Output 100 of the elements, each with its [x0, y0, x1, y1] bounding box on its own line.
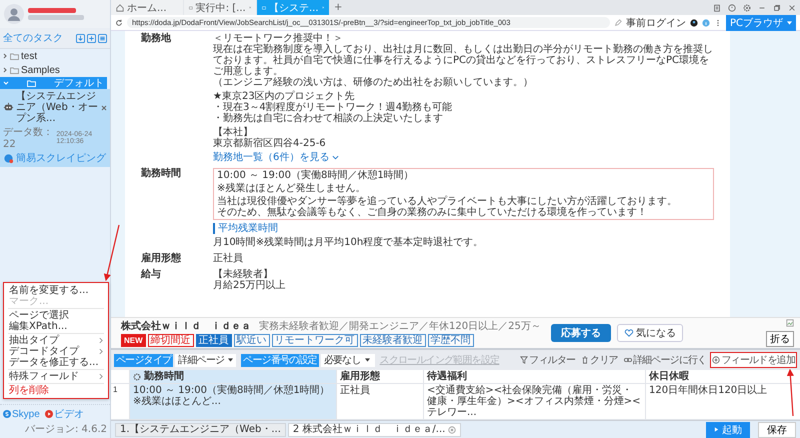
- menu-item[interactable]: 抽出タイプ: [4, 335, 108, 346]
- filter-icon: [520, 356, 528, 364]
- paragraph: 当社は現役俳優やダンサー等夢を追っている人やプライベートも大事にしたい方が活躍しております。 そのため、無駄な会議等もなく、ご自身の業務のみに集中していただける環境を作っています！: [217, 196, 678, 218]
- job-summary: 実務未経験者歓迎／開発エンジニア／年休120日以上／25万～: [259, 320, 541, 333]
- help-icon[interactable]: [728, 4, 736, 12]
- field-label: 勤務時間: [141, 168, 182, 179]
- company-name: 株式会社ｗｉｌｄ ｉｄｅａ: [121, 320, 251, 333]
- clipboard-icon[interactable]: [713, 4, 721, 12]
- table-cell: 120日年間休日120日以上: [645, 384, 800, 419]
- page-icon: [262, 4, 266, 12]
- chevron-icon[interactable]: [2, 67, 8, 73]
- column-header[interactable]: 勤務時間: [129, 370, 336, 383]
- section-title: 全てのタスク: [3, 32, 64, 45]
- settings-icon[interactable]: [133, 372, 141, 380]
- locations-link[interactable]: 勤務地一覧（6件）を見る: [213, 152, 340, 163]
- caret-icon: [364, 358, 370, 362]
- menu-item[interactable]: 編集XPath...: [4, 321, 108, 332]
- annotation-arrow: [786, 368, 794, 416]
- mode-label: 簡易スクレイピング: [16, 152, 106, 165]
- avatar-icon[interactable]: [4, 4, 24, 24]
- paragraph: ※残業はほとんど発生しません。: [217, 183, 366, 194]
- menu-item[interactable]: 列を削除: [4, 385, 108, 396]
- browser-tab[interactable]: ホーム...: [111, 0, 183, 15]
- paragraph: ＜リモートワーク推奨中！＞ 現在は在宅勤務制度を導入しており、出社は月に数回、もしくは出勤日の半分がリモート勤務の働き方を推奨しております。社員が自宅で快適に仕事を行えるようにPCの貸出などを行っており、ストレスフリーなPC環境をご用意します。 （エンジニア経験の浅い方は、研修のため出社をお願いしています。）: [213, 33, 714, 88]
- note-heading: 平均残業時間: [213, 223, 278, 234]
- chevron-icon[interactable]: [2, 53, 8, 59]
- tag: 未経験者歓迎: [360, 334, 426, 347]
- column-header[interactable]: 休日休暇: [645, 370, 800, 383]
- info-icon[interactable]: [702, 18, 710, 26]
- page-icon: [189, 4, 193, 12]
- paragraph: 【未経験者】 月給25万円以上: [213, 269, 286, 291]
- caret-icon: [332, 155, 340, 160]
- page-number-select[interactable]: 必要なし: [320, 354, 375, 366]
- redaction-bar: [28, 8, 76, 13]
- paragraph: ★東京23区内のプロジェクト先 ・現在3～4割程度がリモートワーク！週4勤務も可能 ・勤務先は自宅に合わせて相談の上決定いたします: [213, 91, 452, 124]
- data-count: データ数： 22: [3, 126, 54, 150]
- menu-item[interactable]: 特殊フィールド: [4, 371, 108, 382]
- page-type-select[interactable]: 詳細ページ: [175, 354, 236, 366]
- link-icon: [624, 356, 632, 364]
- import-icon[interactable]: [76, 34, 85, 42]
- toolbar-button[interactable]: クリア: [579, 352, 620, 368]
- field-label: 勤務地: [141, 33, 172, 44]
- heart-icon: [624, 329, 634, 337]
- menu-item[interactable]: データを修正する...: [4, 357, 108, 368]
- table-cell: 正社員: [336, 384, 423, 419]
- tag: 学歴不問: [428, 334, 474, 347]
- caret-icon: [228, 358, 234, 362]
- page-type-label: ページタイプ: [114, 354, 174, 366]
- menu-item[interactable]: 名前を変更する...: [4, 285, 108, 296]
- add-icon[interactable]: [87, 34, 96, 42]
- user-icon[interactable]: [690, 18, 698, 26]
- tag: 駅近い: [234, 334, 270, 347]
- settings-icon[interactable]: [743, 4, 751, 12]
- paragraph: 正社員: [213, 253, 243, 264]
- caret-icon: [787, 20, 792, 24]
- login-label[interactable]: 事前ログイン: [626, 16, 686, 30]
- restore-icon[interactable]: [773, 4, 781, 12]
- paragraph: 10:00 ～ 19:00（実働8時間／休憩1時間）: [217, 170, 415, 181]
- list-icon[interactable]: [98, 34, 107, 42]
- row-number: 1: [112, 384, 118, 396]
- video-icon[interactable]: [44, 410, 53, 418]
- add-icon: [712, 356, 720, 364]
- redaction-bar: [28, 15, 84, 20]
- task-tab[interactable]: 1.【システムエンジニア（Web・...: [115, 422, 286, 436]
- apply-button[interactable]: 応募する: [550, 324, 611, 342]
- column-header[interactable]: 雇用形態: [336, 370, 423, 383]
- close-icon[interactable]: [101, 104, 107, 110]
- paragraph: 【本社】 東京都新宿区四谷4-25-6: [213, 127, 326, 149]
- menu-item[interactable]: ページで選択: [4, 310, 108, 321]
- field-label: 給与: [141, 269, 162, 280]
- reload-icon[interactable]: [115, 18, 123, 26]
- folder-item[interactable]: test: [0, 49, 110, 63]
- table-cell: <交通費支給><社会保険完備（雇用・労災・健康・厚生年金）><オフィス内禁煙・分煙><テレワー...: [423, 384, 645, 419]
- trash-icon: [581, 356, 590, 364]
- play-icon: [714, 427, 719, 432]
- task-title: 【システムエンジニア（Web・オープン系...: [16, 91, 99, 124]
- skype-icon[interactable]: [3, 410, 11, 418]
- tag: NEW: [121, 334, 146, 347]
- robot-icon: [3, 102, 14, 113]
- new-tab-button[interactable]: +: [330, 0, 346, 15]
- close-icon[interactable]: [788, 4, 796, 12]
- toolbar-button[interactable]: 詳細ページに行く: [622, 352, 708, 368]
- tag: リモートワーク可: [272, 334, 358, 347]
- chevron-icon: [99, 373, 103, 380]
- column-header[interactable]: 待遇福利: [423, 370, 645, 383]
- edit-icon[interactable]: [614, 18, 622, 26]
- browser-tab[interactable]: 実行中: [...: [184, 0, 256, 15]
- task-tab[interactable]: 2 株式会社ｗｉｌｄ ｉｄｅａ/...: [288, 422, 462, 436]
- tag: 締切間近: [148, 334, 194, 347]
- save-button[interactable]: 保存: [758, 422, 796, 438]
- page-number-label: ページ番号の設定: [241, 354, 319, 366]
- toolbar-button[interactable]: フィルター: [518, 352, 578, 368]
- close-icon[interactable]: [448, 426, 456, 434]
- folder-item[interactable]: Samples: [0, 63, 110, 77]
- menu-item[interactable]: デコードタイプ: [4, 346, 108, 357]
- collapse-button[interactable]: 折る: [766, 331, 794, 347]
- toolbar-button[interactable]: フィールドを追加: [710, 352, 797, 368]
- paragraph: 月10時間※残業時間は月平均10h程度で基本定時退社です。: [213, 237, 484, 248]
- favorite-button[interactable]: 気になる: [616, 324, 683, 342]
- field-label: 雇用形態: [141, 253, 182, 264]
